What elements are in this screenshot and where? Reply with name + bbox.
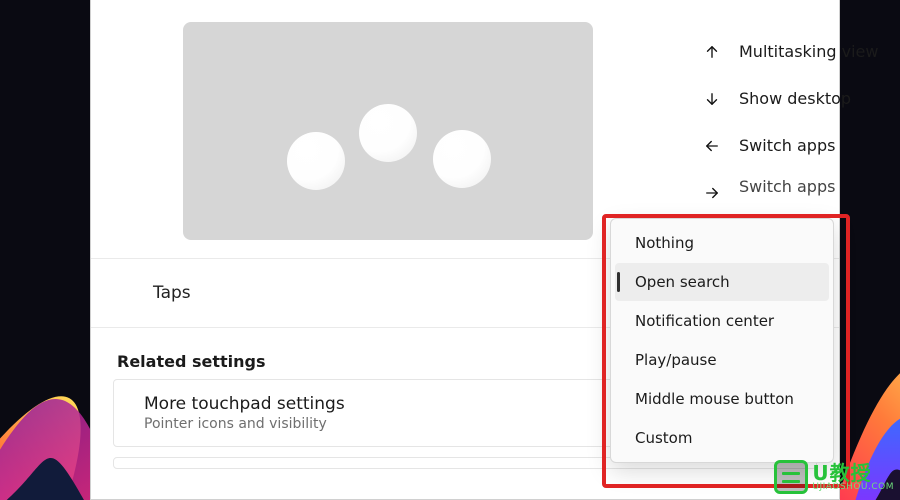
dropdown-item-nothing[interactable]: Nothing xyxy=(615,224,829,262)
dropdown-item-label: Play/pause xyxy=(635,351,717,369)
gesture-label: Switch apps xyxy=(739,177,835,196)
touch-dot xyxy=(287,132,345,190)
touch-dot xyxy=(359,104,417,162)
dropdown-item-play-pause[interactable]: Play/pause xyxy=(615,341,829,379)
gesture-label: Multitasking view xyxy=(739,42,878,61)
dropdown-item-label: Custom xyxy=(635,429,692,447)
arrow-right-icon xyxy=(703,184,721,202)
arrow-left-icon xyxy=(703,137,721,155)
dropdown-item-middle-mouse[interactable]: Middle mouse button xyxy=(615,380,829,418)
dropdown-item-label: Nothing xyxy=(635,234,694,252)
gesture-item-right[interactable]: Switch apps xyxy=(703,169,813,204)
dropdown-item-custom[interactable]: Custom xyxy=(615,419,829,457)
touch-dot xyxy=(433,130,491,188)
taps-label: Taps xyxy=(153,283,191,303)
dropdown-item-label: Open search xyxy=(635,273,730,291)
gesture-label: Switch apps xyxy=(739,136,835,155)
gesture-action-dropdown[interactable]: Nothing Open search Notification center … xyxy=(610,218,834,463)
dropdown-item-open-search[interactable]: Open search xyxy=(615,263,829,301)
watermark: U教授 UJIAOSHOU.COM xyxy=(774,460,894,494)
gesture-illustration xyxy=(183,22,593,240)
watermark-text: U教授 xyxy=(812,463,894,483)
dropdown-item-label: Middle mouse button xyxy=(635,390,794,408)
watermark-icon xyxy=(774,460,808,494)
arrow-down-icon xyxy=(703,90,721,108)
gesture-item-left[interactable]: Switch apps xyxy=(703,122,813,169)
gesture-item-down[interactable]: Show desktop xyxy=(703,75,813,122)
dropdown-item-notification-center[interactable]: Notification center xyxy=(615,302,829,340)
arrow-up-icon xyxy=(703,43,721,61)
watermark-url: UJIAOSHOU.COM xyxy=(812,483,894,492)
gesture-label: Show desktop xyxy=(739,89,851,108)
gesture-item-up[interactable]: Multitasking view xyxy=(703,28,813,75)
gesture-action-list: Multitasking view Show desktop Switch ap… xyxy=(703,28,813,204)
dropdown-item-label: Notification center xyxy=(635,312,774,330)
